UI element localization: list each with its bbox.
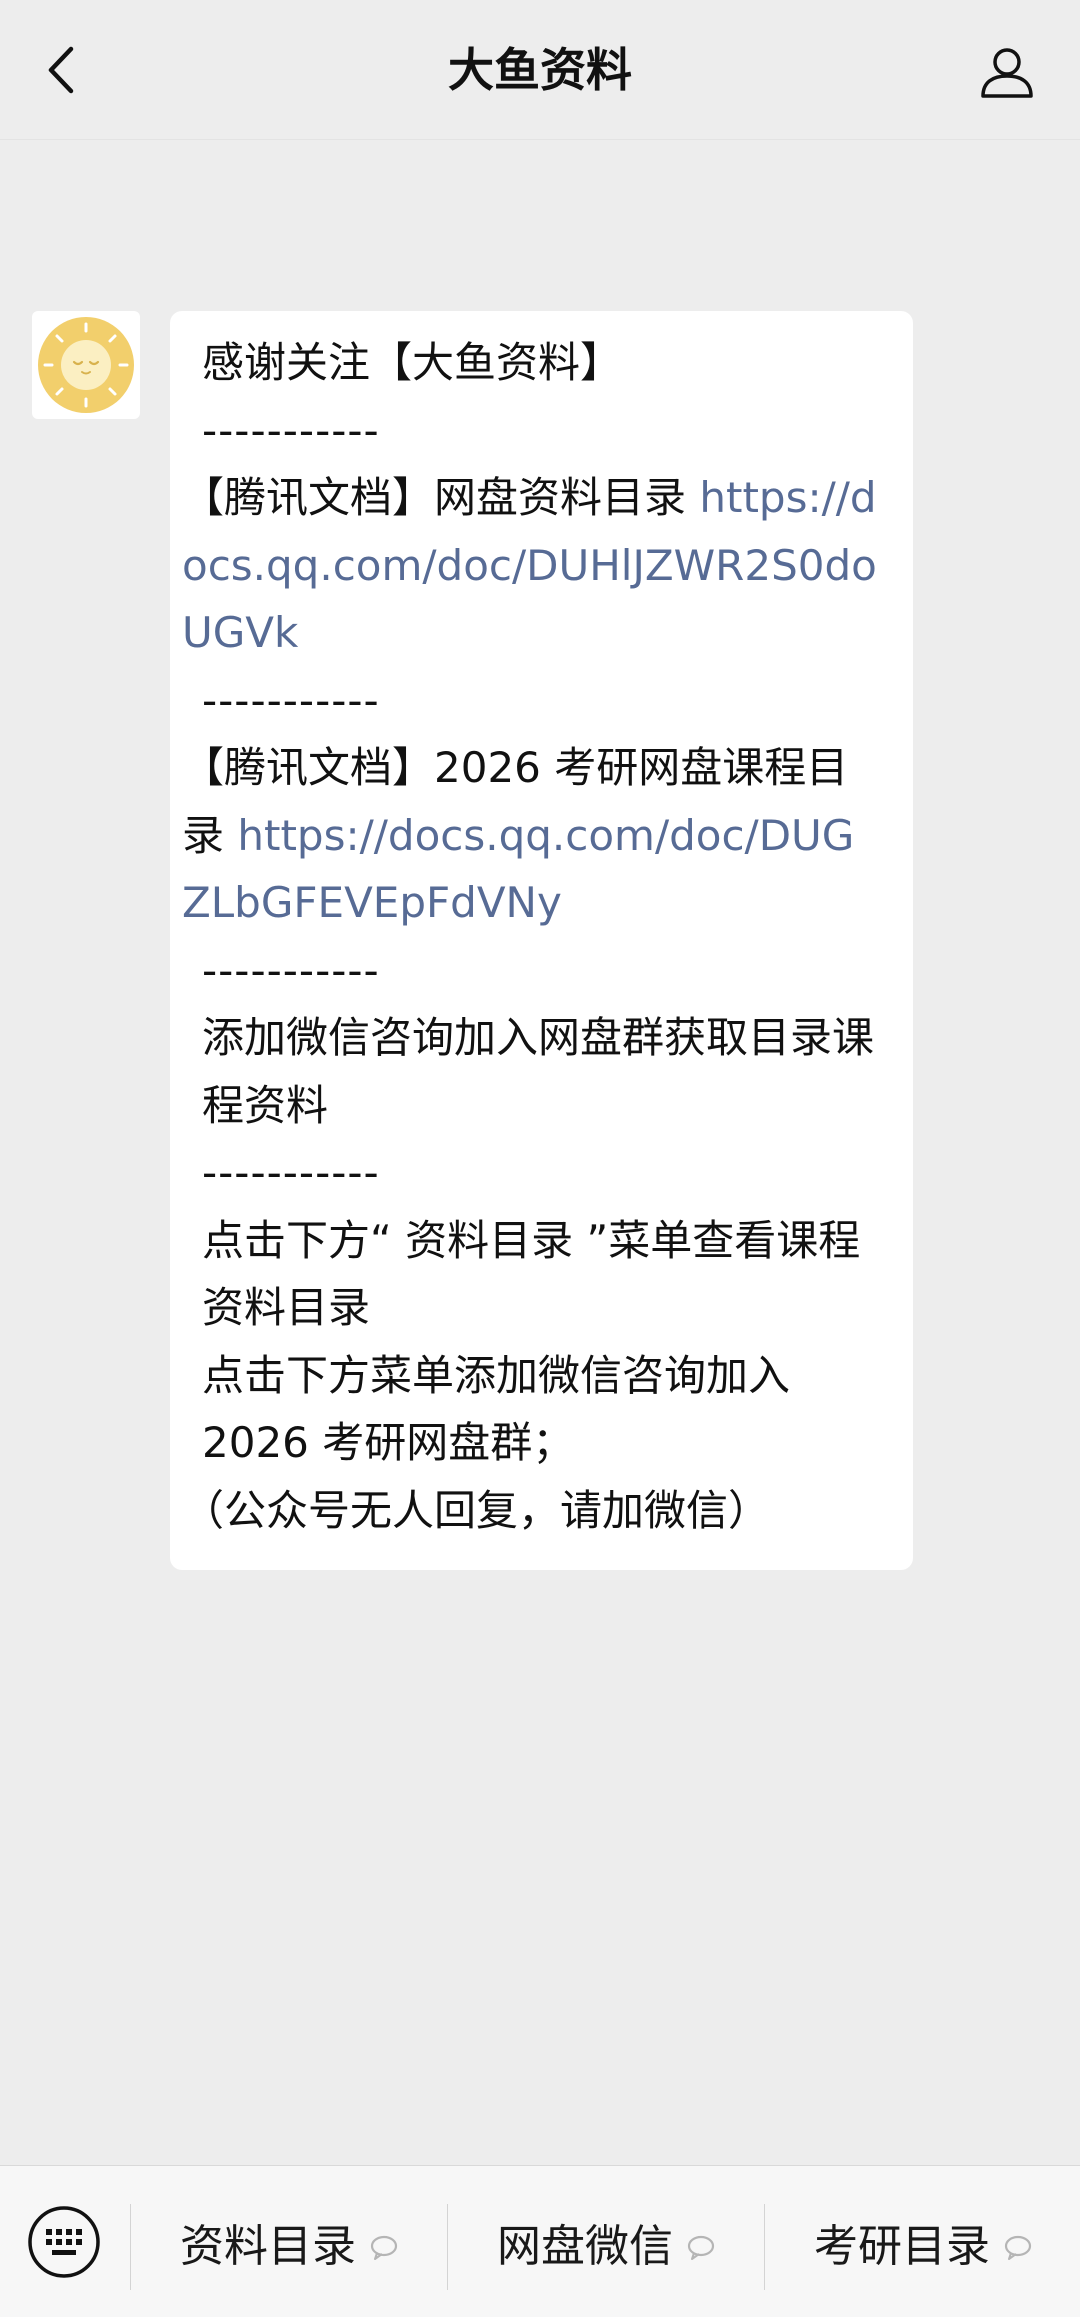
docs-link-courses[interactable]: https://docs.qq.com/doc/DUGZLbGFEVEpFdVN…	[182, 811, 854, 928]
bottom-menu-bar: 资料目录 网盘微信 考研目录	[0, 2165, 1080, 2317]
message-greeting: 感谢关注【大鱼资料】	[202, 338, 623, 387]
profile-button[interactable]	[972, 38, 1042, 108]
message-separator: -----------	[202, 405, 380, 455]
menu-item-wechat[interactable]: 网盘微信	[447, 2204, 765, 2290]
speech-bubble-icon	[370, 2234, 398, 2260]
speech-bubble-icon	[1004, 2234, 1032, 2260]
menu-item-label: 网盘微信	[497, 2221, 673, 2272]
page-title: 大鱼资料	[448, 43, 632, 97]
menu-item-label: 资料目录	[180, 2221, 356, 2272]
message-separator: -----------	[202, 945, 380, 995]
message-separator: -----------	[202, 1148, 380, 1197]
message-wechat-hint: 添加微信咨询加入网盘群获取目录课程资料	[202, 1013, 875, 1130]
message-list[interactable]: 感谢关注【大鱼资料】 ----------- 【腾讯文档】网盘资料目录 http…	[0, 141, 1080, 2165]
person-icon	[981, 48, 1033, 98]
message-docs-label: 【腾讯文档】网盘资料目录	[182, 473, 700, 522]
message-docs-line: 【腾讯文档】网盘资料目录 https://docs.qq.com/doc/DUH…	[182, 464, 881, 667]
message-group-hint: 点击下方菜单添加微信咨询加入2026 考研网盘群；	[202, 1350, 791, 1468]
message-menu-hint: 点击下方“ 资料目录 ”菜单查看课程资料目录	[202, 1215, 861, 1333]
menu-item-exam-catalog[interactable]: 考研目录	[764, 2204, 1080, 2290]
speech-bubble-icon	[687, 2234, 715, 2260]
keyboard-toggle-button[interactable]	[26, 2204, 102, 2280]
chat-screen: 大鱼资料 感谢关注【大鱼资料】 ----------- 【腾讯文档】网盘资料目录…	[0, 0, 1080, 2317]
sun-face-icon	[38, 317, 134, 413]
message-note: （公众号无人回复，请加微信）	[182, 1485, 771, 1535]
keyboard-icon	[28, 2206, 100, 2278]
menu-item-label: 考研目录	[814, 2221, 990, 2272]
menu-item-materials[interactable]: 资料目录	[130, 2204, 448, 2290]
message-course-line: 【腾讯文档】2026 考研网盘课程目录 https://docs.qq.com/…	[182, 734, 881, 937]
message-bubble[interactable]: 感谢关注【大鱼资料】 ----------- 【腾讯文档】网盘资料目录 http…	[170, 311, 913, 1570]
top-nav-bar: 大鱼资料	[0, 0, 1080, 140]
message-separator: -----------	[202, 675, 380, 725]
account-avatar[interactable]	[32, 311, 140, 419]
